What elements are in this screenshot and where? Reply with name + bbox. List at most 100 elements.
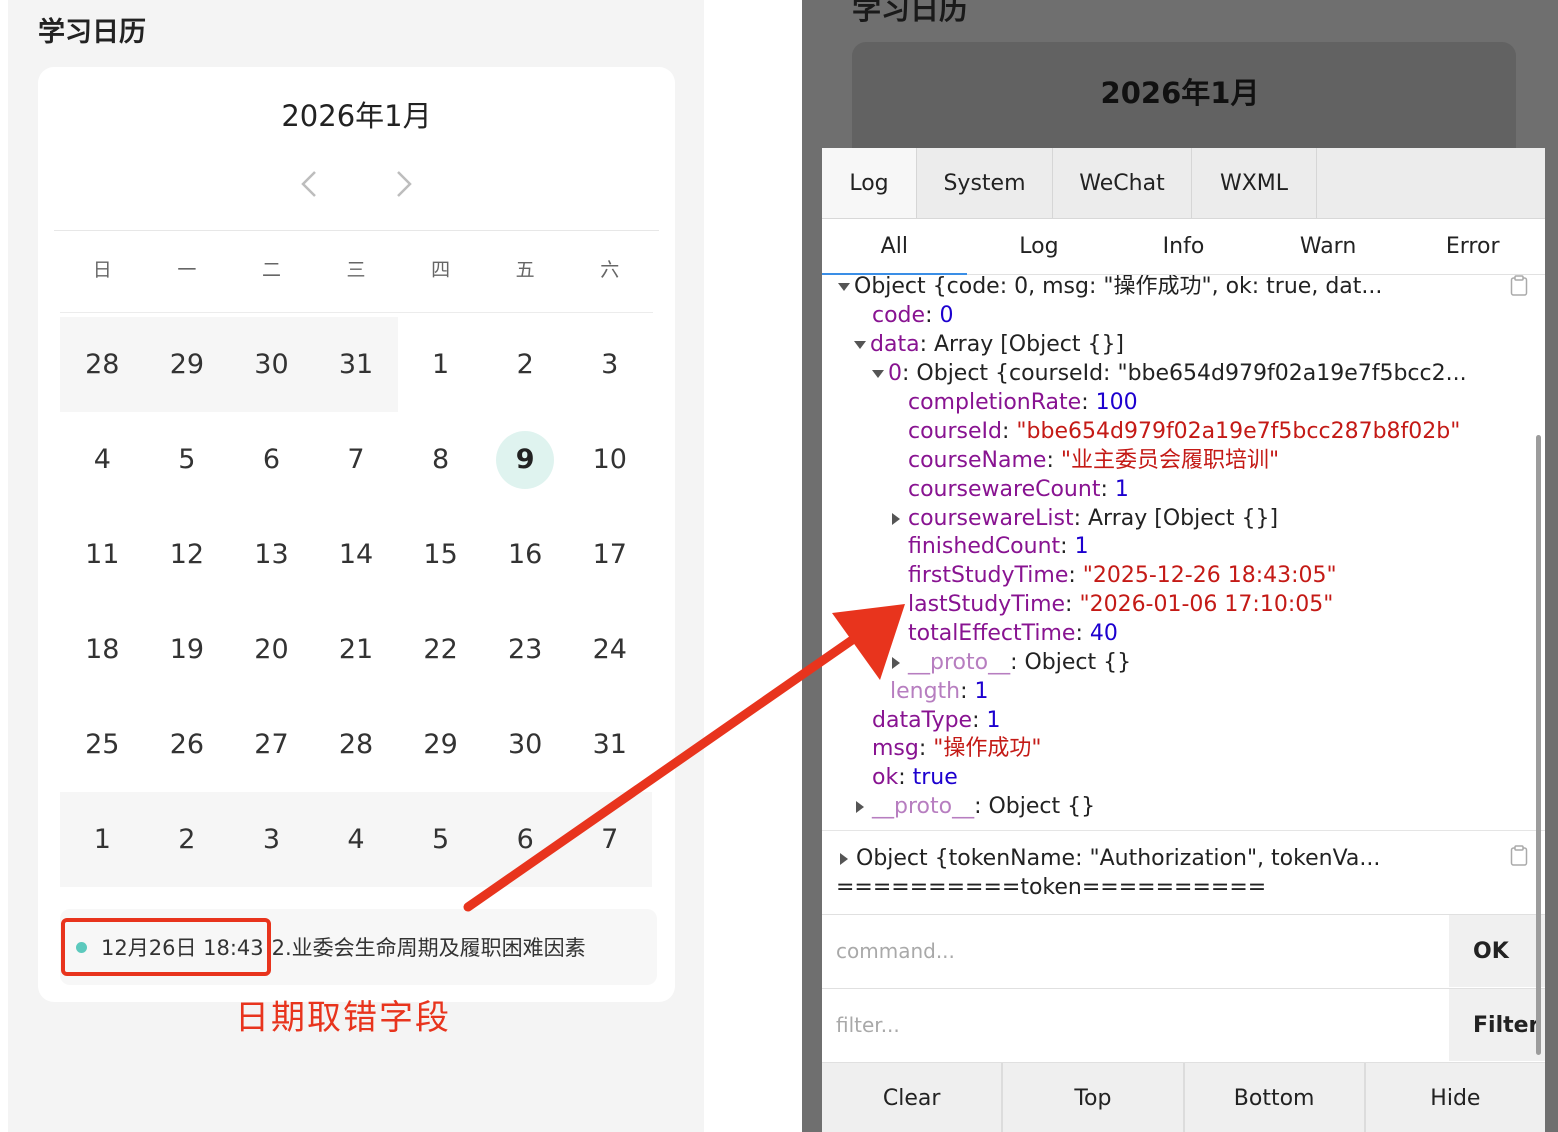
calendar-day[interactable]: 14	[314, 507, 399, 602]
calendar-day[interactable]: 24	[567, 602, 652, 697]
log-property: completionRate: 100	[908, 390, 1138, 415]
filter-button[interactable]: Filter	[1449, 989, 1545, 1061]
log-property[interactable]: data: Array [Object {}]	[854, 331, 1124, 359]
calendar-day[interactable]: 31	[567, 697, 652, 792]
calendar-week-row: 18 19 20 21 22 23 24	[60, 602, 652, 697]
command-row: OK	[822, 914, 1545, 987]
calendar-day[interactable]: 26	[145, 697, 230, 792]
expanded-triangle-icon	[854, 341, 866, 349]
page-title: 学习日历	[852, 0, 969, 26]
calendar-month-title: 2026年1月	[1100, 76, 1260, 110]
calendar-day[interactable]: 12	[145, 507, 230, 602]
calendar-day-adjacent[interactable]: 7	[567, 792, 653, 887]
calendar-day[interactable]: 11	[60, 507, 145, 602]
log-property: dataType: 1	[872, 708, 1001, 733]
level-tab-all[interactable]: All	[822, 219, 967, 275]
divider	[54, 230, 659, 231]
level-tab-log[interactable]: Log	[967, 219, 1112, 274]
level-tab-warn[interactable]: Warn	[1256, 219, 1401, 274]
log-object-summary[interactable]: Object {code: 0, msg: "操作成功", ok: true, …	[838, 275, 1382, 301]
calendar-day[interactable]: 7	[314, 412, 399, 507]
level-tab-error[interactable]: Error	[1400, 219, 1545, 274]
calendar-day[interactable]: 19	[145, 602, 230, 697]
weekday-label: 三	[346, 259, 366, 281]
command-input[interactable]	[822, 915, 1449, 987]
calendar-day-adjacent[interactable]: 28	[60, 317, 145, 412]
log-property: length: 1	[890, 679, 989, 704]
log-property[interactable]: __proto__: Object {}	[856, 793, 1095, 821]
clear-button[interactable]: Clear	[822, 1063, 1004, 1132]
chevron-right-icon	[397, 171, 412, 197]
calendar-day[interactable]: 1	[398, 317, 483, 412]
calendar-day[interactable]: 16	[483, 507, 568, 602]
calendar-day[interactable]: 28	[314, 697, 399, 792]
prev-month-button[interactable]	[289, 164, 329, 204]
tab-log[interactable]: Log	[822, 148, 917, 218]
calendar-day[interactable]: 2	[483, 317, 568, 412]
calendar-day-adjacent[interactable]: 6	[482, 792, 568, 887]
top-button[interactable]: Top	[1003, 1063, 1185, 1132]
calendar-day[interactable]: 17	[567, 507, 652, 602]
left-phone-screen: 学习日历 2026年1月 日 一 二 三 四 五 六 28 29 30 31 1…	[8, 0, 704, 1132]
calendar-day[interactable]: 18	[60, 602, 145, 697]
calendar-day-adjacent[interactable]: 5	[398, 792, 483, 887]
today-marker: 9	[496, 430, 555, 489]
log-property[interactable]: coursewareList: Array [Object {}]	[892, 505, 1278, 533]
calendar-day[interactable]: 22	[398, 602, 483, 697]
annotation-highlight-box	[61, 918, 271, 976]
calendar-month-title: 2026年1月	[281, 99, 432, 133]
bottom-button[interactable]: Bottom	[1185, 1063, 1366, 1132]
calendar-day[interactable]: 15	[398, 507, 483, 602]
log-property: courseName: "业主委员会履职培训"	[908, 448, 1280, 473]
calendar-day[interactable]: 6	[229, 412, 314, 507]
filter-input[interactable]	[822, 989, 1449, 1061]
calendar-day[interactable]: 10	[567, 412, 652, 507]
calendar-day[interactable]: 27	[229, 697, 314, 792]
weekday-header: 日 一 二 三 四 五 六	[60, 255, 652, 285]
calendar-day[interactable]: 13	[229, 507, 314, 602]
tab-wechat[interactable]: WeChat	[1053, 148, 1192, 218]
tab-wxml[interactable]: WXML	[1192, 148, 1317, 218]
calendar-day[interactable]: 23	[483, 602, 568, 697]
filter-row: Filter	[822, 988, 1545, 1061]
calendar-day[interactable]: 8	[398, 412, 483, 507]
log-property: ok: true	[872, 765, 958, 790]
level-tab-info[interactable]: Info	[1111, 219, 1256, 274]
calendar-day-adjacent[interactable]: 3	[229, 792, 314, 887]
calendar-day-adjacent[interactable]: 1	[60, 792, 145, 887]
log-property[interactable]: __proto__: Object {}	[892, 649, 1131, 677]
console-top-tabs: Log System WeChat WXML	[822, 148, 1545, 219]
calendar-day-adjacent[interactable]: 30	[229, 317, 314, 412]
vconsole-panel: Log System WeChat WXML All Log Info Warn…	[822, 148, 1545, 1132]
log-property: courseId: "bbe654d979f02a19e7f5bcc287b8f…	[908, 419, 1461, 444]
calendar-day[interactable]: 30	[483, 697, 568, 792]
calendar-day-today[interactable]: 9	[483, 412, 568, 507]
calendar-day-adjacent[interactable]: 4	[313, 792, 399, 887]
calendar-day[interactable]: 29	[398, 697, 483, 792]
scrollbar[interactable]	[1536, 435, 1541, 1055]
calendar-day[interactable]: 3	[567, 317, 652, 412]
calendar-grid: 28 29 30 31 1 2 3 4 5 6 7 8 9 10 11 12 1…	[60, 317, 653, 887]
copy-icon[interactable]	[1510, 275, 1528, 297]
calendar-day[interactable]: 20	[229, 602, 314, 697]
calendar-day[interactable]: 5	[145, 412, 230, 507]
copy-icon[interactable]	[1510, 845, 1528, 867]
log-property[interactable]: 0: Object {courseId: "bbe654d979f02a19e7…	[872, 360, 1467, 388]
tab-system[interactable]: System	[917, 148, 1053, 218]
next-month-button[interactable]	[384, 164, 424, 204]
calendar-day-adjacent[interactable]: 2	[144, 792, 230, 887]
right-phone-screen: 学习日历 2026年1月 Log System WeChat WXML All …	[802, 0, 1558, 1132]
weekday-label: 一	[177, 259, 197, 281]
calendar-week-row: 25 26 27 28 29 30 31	[60, 697, 652, 792]
hide-button[interactable]: Hide	[1366, 1063, 1545, 1132]
log-object-summary[interactable]: Object {tokenName: "Authorization", toke…	[840, 845, 1380, 873]
calendar-day[interactable]: 25	[60, 697, 145, 792]
log-text: ==========token==========	[836, 875, 1267, 900]
calendar-day-adjacent[interactable]: 31	[313, 317, 399, 412]
divider	[60, 312, 653, 313]
calendar-day[interactable]: 21	[314, 602, 399, 697]
ok-button[interactable]: OK	[1449, 915, 1545, 987]
calendar-week-row: 28 29 30 31 1 2 3	[60, 317, 652, 412]
calendar-day-adjacent[interactable]: 29	[144, 317, 230, 412]
calendar-day[interactable]: 4	[60, 412, 145, 507]
